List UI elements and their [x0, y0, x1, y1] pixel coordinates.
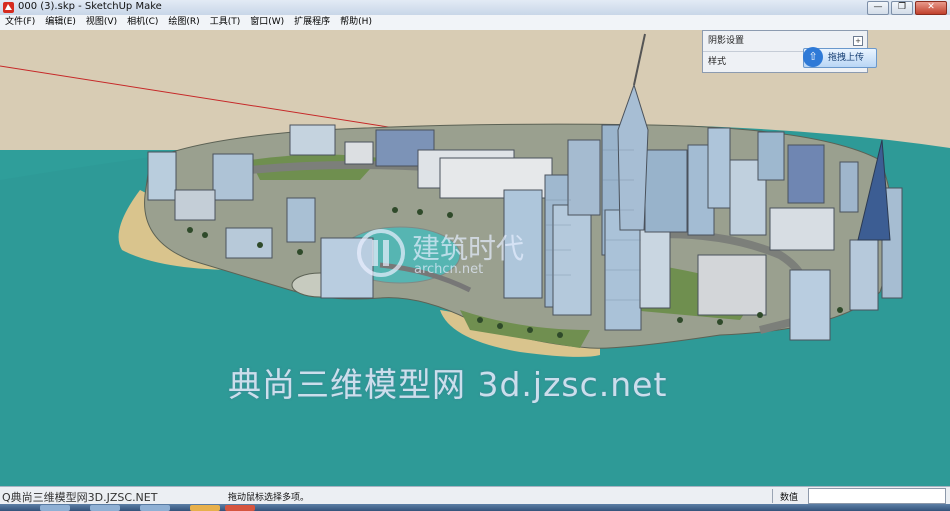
- taskbar-item[interactable]: [140, 505, 170, 511]
- menu-edit[interactable]: 编辑(E): [40, 15, 81, 30]
- os-taskbar: [0, 504, 950, 511]
- expand-icon[interactable]: +: [853, 36, 863, 46]
- taskbar-item[interactable]: [90, 505, 120, 511]
- sketchup-app-icon: [3, 2, 14, 13]
- menu-window[interactable]: 窗口(W): [245, 15, 289, 30]
- window-controls: — ❐ ✕: [867, 1, 947, 15]
- model-viewport[interactable]: 建筑时代 archcn.net 典尚三维模型网 3d.jzsc.net 阴影设置…: [0, 30, 950, 486]
- menu-view[interactable]: 视图(V): [81, 15, 122, 30]
- title-bar: 000 (3).skp - SketchUp Make — ❐ ✕: [0, 0, 950, 16]
- window-title: 000 (3).skp - SketchUp Make: [18, 1, 162, 12]
- drag-upload-label: 拖拽上传: [828, 53, 865, 63]
- archcn-logo-text: 建筑时代: [412, 232, 525, 265]
- minimize-button[interactable]: —: [867, 1, 889, 15]
- taskbar-item[interactable]: [225, 505, 255, 511]
- status-bar: Q典尚三维模型网3D.JZSC.NET 拖动鼠标选择多项。 数值: [0, 486, 950, 505]
- status-divider: [772, 489, 773, 503]
- tray-shadow-settings-label: 阴影设置: [708, 36, 745, 46]
- menu-camera[interactable]: 相机(C): [122, 15, 163, 30]
- taskbar-item[interactable]: [190, 505, 220, 511]
- close-button[interactable]: ✕: [915, 1, 947, 15]
- drag-upload-button[interactable]: ⇧ 拖拽上传: [803, 47, 877, 68]
- menu-tools[interactable]: 工具(T): [205, 15, 246, 30]
- archcn-logo-url: archcn.net: [414, 262, 484, 277]
- menu-file[interactable]: 文件(F): [0, 15, 40, 30]
- archcn-logo-icon: [357, 229, 405, 277]
- status-hint: 拖动鼠标选择多项。: [228, 493, 310, 503]
- measurements-label: 数值: [780, 493, 799, 503]
- menu-draw[interactable]: 绘图(R): [163, 15, 204, 30]
- watermark-text: 典尚三维模型网 3d.jzsc.net: [228, 365, 668, 404]
- menu-extensions[interactable]: 扩展程序: [289, 15, 335, 30]
- taskbar-item[interactable]: [40, 505, 70, 511]
- measurements-input[interactable]: [808, 488, 946, 504]
- menu-bar: 文件(F) 编辑(E) 视图(V) 相机(C) 绘图(R) 工具(T) 窗口(W…: [0, 15, 950, 31]
- menu-help[interactable]: 帮助(H): [335, 15, 377, 30]
- cloud-upload-icon: ⇧: [803, 47, 823, 67]
- restore-button[interactable]: ❐: [891, 1, 913, 15]
- tray-styles-label: 样式: [708, 57, 727, 67]
- status-watermark-overlap: Q典尚三维模型网3D.JZSC.NET: [2, 491, 158, 504]
